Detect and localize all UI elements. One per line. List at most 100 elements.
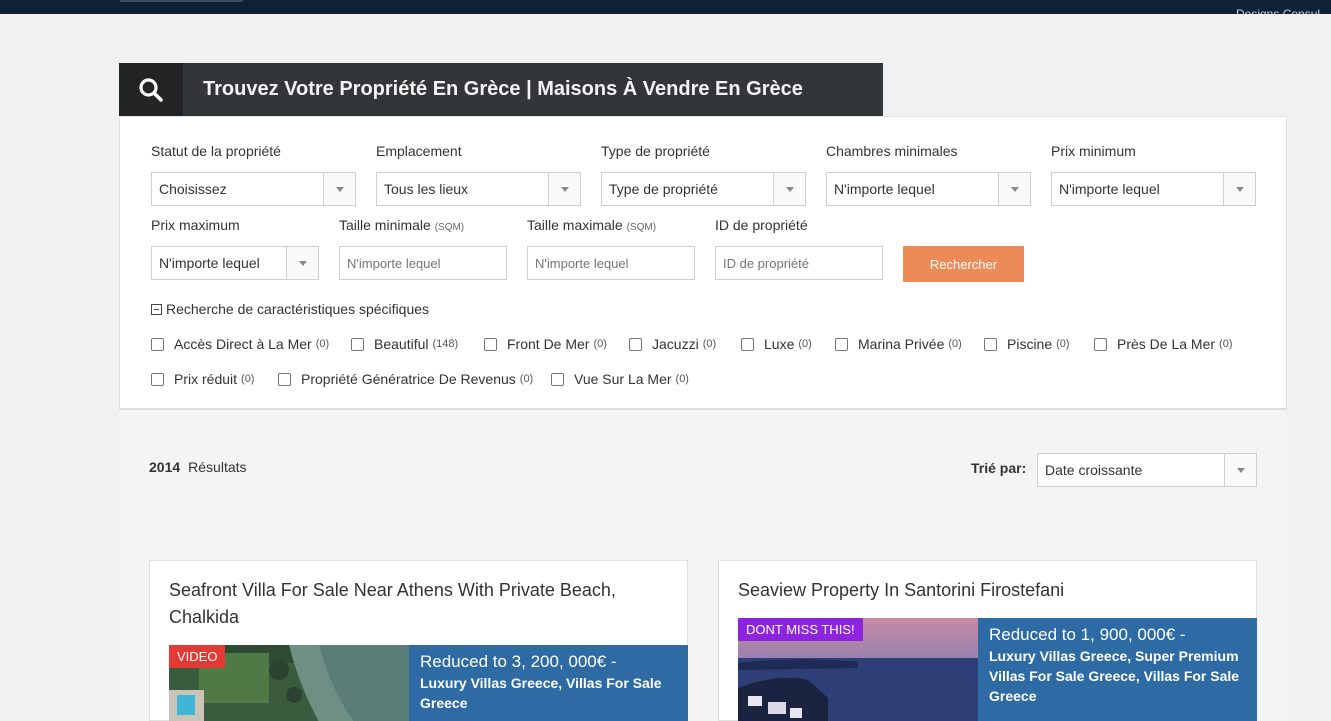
feature-checkbox[interactable]: Prix réduit (0) xyxy=(151,371,254,387)
feature-count: (0) xyxy=(593,338,607,350)
top-navbar: Designs Consul xyxy=(0,0,1331,14)
chevron-down-icon[interactable] xyxy=(286,247,318,279)
feature-checkbox[interactable]: Jacuzzi (0) xyxy=(629,336,716,352)
feature-count: (0) xyxy=(1056,338,1070,350)
max-size-input[interactable] xyxy=(527,246,695,280)
video-badge: VIDEO xyxy=(169,645,226,668)
listing-title[interactable]: Seafront Villa For Sale Near Athens With… xyxy=(169,577,649,631)
checkbox-icon[interactable] xyxy=(629,337,642,351)
dont-miss-badge: DONT MISS THIS! xyxy=(738,618,863,641)
feature-checkbox[interactable]: Beautiful (148) xyxy=(351,336,458,352)
listing-tags[interactable]: Luxury Villas Greece, Super Premium Vill… xyxy=(989,646,1246,706)
min-size-label-text: Taille minimale xyxy=(339,217,431,233)
price-box: Reduced to 3, 200, 000€ - Luxury Villas … xyxy=(409,645,688,721)
chevron-down-icon[interactable] xyxy=(1223,173,1255,205)
checkbox-icon[interactable] xyxy=(151,372,164,386)
feature-checkbox[interactable]: Propriété Génératrice De Revenus (0) xyxy=(278,371,533,387)
feature-checkbox[interactable]: Piscine (0) xyxy=(984,336,1070,352)
chevron-down-icon[interactable] xyxy=(1224,454,1256,486)
max-size-label-text: Taille maximale xyxy=(527,217,623,233)
feature-count: (0) xyxy=(675,373,689,385)
feature-count: (0) xyxy=(702,338,717,350)
feature-label: Vue Sur La Mer xyxy=(574,371,672,387)
feature-label: Piscine xyxy=(1007,336,1053,352)
type-select[interactable]: Type de propriété xyxy=(601,172,806,206)
search-icon xyxy=(139,77,163,102)
property-id-input[interactable] xyxy=(715,246,883,280)
price-box: Reduced to 1, 900, 000€ - Luxury Villas … xyxy=(978,618,1257,721)
chevron-down-icon[interactable] xyxy=(548,173,580,205)
search-panel: Statut de la propriété Emplacement Type … xyxy=(119,116,1287,410)
results-label: Résultats xyxy=(188,459,247,475)
type-select-value: Type de propriété xyxy=(609,181,718,197)
max-price-label: Prix maximum xyxy=(151,217,240,233)
listing-tags[interactable]: Luxury Villas Greece, Villas For Sale Gr… xyxy=(420,673,677,713)
feature-label: Beautiful xyxy=(374,336,429,352)
page-title: Trouvez Votre Propriété En Grèce | Maiso… xyxy=(203,78,803,100)
min-price-label: Prix minimum xyxy=(1051,143,1136,159)
search-icon-box[interactable] xyxy=(119,63,183,116)
max-size-unit: (SQM) xyxy=(626,222,657,233)
feature-checkbox[interactable]: Front De Mer (0) xyxy=(484,336,607,352)
feature-label: Marina Privée xyxy=(858,336,945,352)
chevron-down-icon[interactable] xyxy=(998,173,1030,205)
property-id-label: ID de propriété xyxy=(715,217,808,233)
top-right-text[interactable]: Designs Consul xyxy=(1236,8,1331,14)
feature-checkbox[interactable]: Marina Privée (0) xyxy=(835,336,962,352)
checkbox-icon[interactable] xyxy=(278,372,291,386)
listing-card[interactable]: Seaview Property In Santorini Firostefan… xyxy=(718,560,1257,721)
feature-label: Près De La Mer xyxy=(1117,336,1216,352)
checkbox-icon[interactable] xyxy=(551,372,564,386)
checkbox-icon[interactable] xyxy=(151,337,164,351)
bedrooms-select[interactable]: N'importe lequel xyxy=(826,172,1031,206)
checkbox-icon[interactable] xyxy=(984,337,997,351)
max-price-select[interactable]: N'importe lequel xyxy=(151,246,319,280)
max-size-label: Taille maximale (SQM) xyxy=(527,217,656,233)
feature-count: (0) xyxy=(798,338,812,350)
results-count: 2014 Résultats xyxy=(149,459,247,475)
feature-checkbox[interactable]: Vue Sur La Mer (0) xyxy=(551,371,689,387)
feature-count: (0) xyxy=(519,373,534,385)
checkbox-icon[interactable] xyxy=(484,337,497,351)
feature-checkbox[interactable]: Près De La Mer (0) xyxy=(1094,336,1233,352)
chevron-down-icon[interactable] xyxy=(773,173,805,205)
listing-image[interactable]: DONT MISS THIS! xyxy=(738,618,978,721)
feature-count: (0) xyxy=(1219,338,1233,350)
type-label: Type de propriété xyxy=(601,143,710,159)
status-label: Statut de la propriété xyxy=(151,143,281,159)
chevron-down-icon[interactable] xyxy=(323,173,355,205)
feature-count: (0) xyxy=(315,338,330,350)
feature-count: (0) xyxy=(948,338,962,350)
nav-tab[interactable] xyxy=(120,0,243,2)
location-label: Emplacement xyxy=(376,143,462,159)
checkbox-icon[interactable] xyxy=(351,337,364,351)
listing-price: Reduced to 1, 900, 000€ - xyxy=(989,625,1186,644)
features-toggle[interactable]: Recherche de caractéristiques spécifique… xyxy=(151,301,429,317)
feature-checkbox[interactable]: Luxe (0) xyxy=(741,336,812,352)
location-select[interactable]: Tous les lieux xyxy=(376,172,581,206)
listing-card[interactable]: Seafront Villa For Sale Near Athens With… xyxy=(149,560,688,721)
min-size-label: Taille minimale (SQM) xyxy=(339,217,464,233)
min-price-select[interactable]: N'importe lequel xyxy=(1051,172,1256,206)
checkbox-icon[interactable] xyxy=(1094,337,1107,351)
search-button[interactable]: Rechercher xyxy=(903,246,1024,282)
sort-select-value: Date croissante xyxy=(1045,462,1143,478)
bedrooms-select-value: N'importe lequel xyxy=(834,181,935,197)
feature-label: Accès Direct à La Mer xyxy=(174,336,312,352)
feature-checkbox[interactable]: Accès Direct à La Mer (0) xyxy=(151,336,329,352)
listing-title[interactable]: Seaview Property In Santorini Firostefan… xyxy=(738,577,1238,604)
results-area: 2014 Résultats Trié par: Date croissante … xyxy=(119,410,1287,721)
min-price-select-value: N'importe lequel xyxy=(1059,181,1160,197)
status-select-value: Choisissez xyxy=(159,181,227,197)
listing-price: Reduced to 3, 200, 000€ - xyxy=(420,652,617,671)
sort-select[interactable]: Date croissante xyxy=(1037,453,1257,487)
min-size-input[interactable] xyxy=(339,246,507,280)
feature-label: Luxe xyxy=(764,336,795,352)
features-toggle-label: Recherche de caractéristiques spécifique… xyxy=(166,301,430,317)
status-select[interactable]: Choisissez xyxy=(151,172,356,206)
max-price-select-value: N'importe lequel xyxy=(159,255,260,271)
checkbox-icon[interactable] xyxy=(741,337,754,351)
listing-image[interactable]: VIDEO xyxy=(169,645,409,721)
checkbox-icon[interactable] xyxy=(835,337,848,351)
min-size-unit: (SQM) xyxy=(434,222,465,233)
